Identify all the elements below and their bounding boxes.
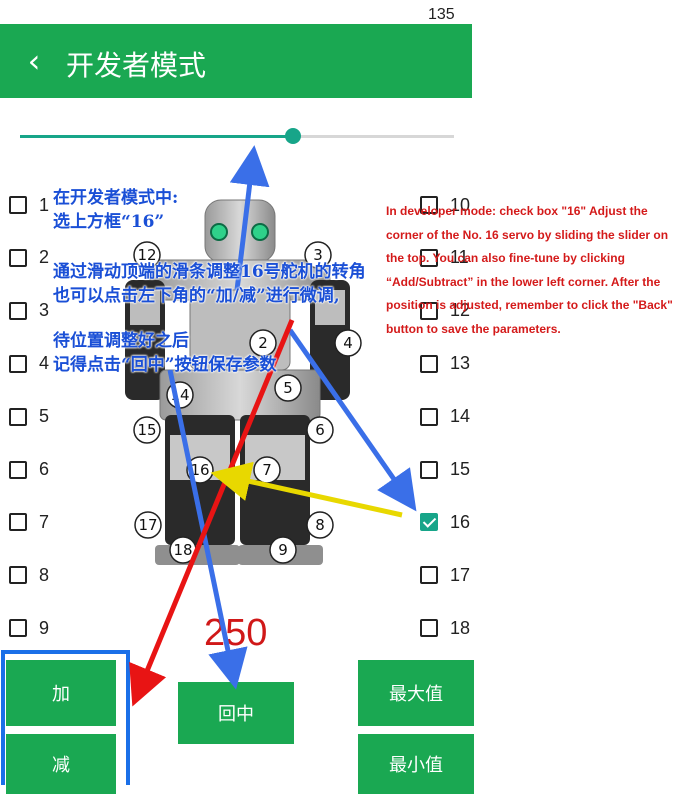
- cn-annotation-line-4: 也可以点击左下角的“加/减”进行微调,: [53, 286, 340, 306]
- servo-marker-label: 14: [170, 386, 189, 404]
- servo-marker-label: 8: [315, 516, 325, 534]
- angle-slider[interactable]: [20, 128, 454, 144]
- servo-marker-label: 17: [138, 516, 157, 534]
- servo-checkbox-label: 4: [39, 353, 50, 374]
- servo-checkbox-row[interactable]: 9: [9, 615, 49, 641]
- servo-checkbox-label: 3: [39, 300, 50, 321]
- min-button[interactable]: 最小值: [358, 734, 474, 794]
- servo-checkbox[interactable]: [9, 248, 27, 267]
- servo-marker-label: 6: [315, 421, 325, 439]
- servo-checkbox-label: 16: [450, 511, 471, 532]
- servo-checkbox[interactable]: [9, 619, 27, 638]
- servo-checkbox[interactable]: [9, 301, 27, 320]
- servo-marker-label: 2: [258, 334, 268, 352]
- cn-annotation-line-6: 记得点击“回中”按钮保存参数: [53, 355, 277, 375]
- servo-checkbox-label: 2: [39, 247, 50, 268]
- servo-checkbox[interactable]: [420, 513, 438, 532]
- servo-checkbox-row[interactable]: 16: [420, 509, 470, 535]
- servo-checkbox-row[interactable]: 4: [9, 351, 49, 377]
- servo-checkbox-row[interactable]: 3: [9, 298, 49, 324]
- servo-checkbox[interactable]: [9, 407, 27, 426]
- servo-checkbox-row[interactable]: 2: [9, 245, 49, 271]
- center-button[interactable]: 回中: [178, 682, 294, 744]
- servo-checkbox-label: 1: [39, 194, 50, 215]
- servo-checkbox-label: 8: [39, 564, 50, 585]
- page-number: 135: [428, 6, 455, 23]
- robot-illustration: 12 32 414 515 616 717 818 9: [125, 199, 362, 565]
- servo-checkbox-row[interactable]: 15: [420, 457, 470, 483]
- servo-checkbox[interactable]: [420, 354, 438, 373]
- add-button[interactable]: 加: [6, 660, 116, 726]
- servo-marker-label: 7: [262, 461, 272, 479]
- servo-checkbox-row[interactable]: 5: [9, 404, 49, 430]
- servo-checkbox-row[interactable]: 14: [420, 404, 470, 430]
- servo-checkbox-label: 18: [450, 617, 471, 638]
- cn-annotation-line-5: 待位置调整好之后: [53, 331, 189, 351]
- cn-annotation-line-2: 选上方框“16”: [53, 212, 165, 232]
- max-button[interactable]: 最大值: [358, 660, 474, 726]
- servo-marker-label: 9: [278, 541, 288, 559]
- servo-marker-label: 16: [190, 461, 209, 479]
- servo-checkbox[interactable]: [9, 566, 27, 585]
- chevron-left-icon[interactable]: ‹: [18, 43, 50, 79]
- servo-checkbox-row[interactable]: 13: [420, 351, 470, 377]
- servo-checkbox-row[interactable]: 8: [9, 562, 49, 588]
- servo-checkbox[interactable]: [9, 513, 27, 532]
- servo-checkbox-row[interactable]: 1: [9, 192, 49, 218]
- servo-checkbox-row[interactable]: 6: [9, 457, 49, 483]
- servo-checkbox[interactable]: [420, 407, 438, 426]
- servo-checkbox[interactable]: [420, 619, 438, 638]
- subtract-button[interactable]: 减: [6, 734, 116, 794]
- servo-marker-label: 18: [173, 541, 192, 559]
- cn-annotation-line-1: 在开发者模式中:: [53, 188, 179, 208]
- servo-checkbox[interactable]: [420, 460, 438, 479]
- en-annotation: In developer mode: check box "16" Adjust…: [386, 204, 673, 336]
- servo-checkbox-row[interactable]: 17: [420, 562, 470, 588]
- servo-checkbox-label: 7: [39, 511, 50, 532]
- cn-annotation-line-3: 通过滑动顶端的滑条调整16号舵机的转角: [53, 262, 366, 282]
- servo-checkbox[interactable]: [420, 566, 438, 585]
- servo-value-display: 250: [204, 612, 268, 654]
- servo-checkbox-label: 17: [450, 564, 471, 585]
- servo-marker-label: 15: [137, 421, 156, 439]
- servo-checkbox-label: 13: [450, 353, 471, 374]
- slider-fill: [20, 135, 294, 138]
- servo-checkbox-row[interactable]: 18: [420, 615, 470, 641]
- app-bar: ‹ 开发者模式: [0, 24, 472, 98]
- servo-marker-label: 4: [343, 334, 353, 352]
- servo-checkbox-label: 6: [39, 459, 50, 479]
- servo-checkbox-row[interactable]: 7: [9, 509, 49, 535]
- servo-checkbox-label: 14: [450, 406, 471, 427]
- servo-checkbox-label: 9: [39, 617, 50, 638]
- slider-thumb[interactable]: [285, 128, 302, 144]
- servo-marker-label: 5: [283, 379, 293, 397]
- servo-checkbox[interactable]: [9, 460, 27, 479]
- servo-checkbox[interactable]: [9, 354, 27, 373]
- page-title: 开发者模式: [66, 49, 207, 82]
- servo-checkbox-label: 5: [39, 406, 50, 427]
- servo-checkbox-label: 15: [450, 459, 471, 479]
- servo-checkbox[interactable]: [9, 196, 27, 214]
